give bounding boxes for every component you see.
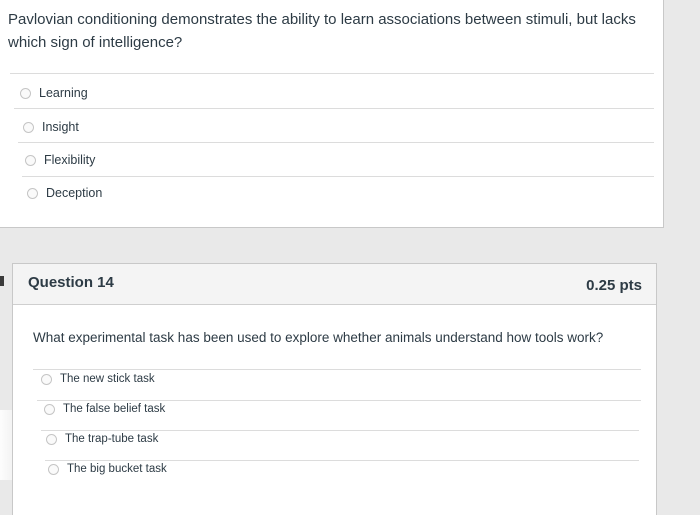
answer-option-new-stick[interactable]: The new stick task [41, 373, 155, 385]
answer-label: The false belief task [63, 403, 166, 415]
answer-option-big-bucket[interactable]: The big bucket task [48, 463, 167, 475]
answer-option-flexibility[interactable]: Flexibility [25, 153, 95, 167]
answer-option-trap-tube[interactable]: The trap-tube task [46, 433, 158, 445]
answer-option-false-belief[interactable]: The false belief task [44, 403, 165, 415]
radio-button[interactable] [27, 187, 38, 199]
answer-label: Flexibility [44, 153, 96, 167]
answer-option-learning[interactable]: Learning [20, 86, 88, 100]
question-text: Pavlovian conditioning demonstrates the … [8, 11, 636, 51]
answer-label: Insight [42, 120, 79, 134]
answer-option-insight[interactable]: Insight [23, 120, 79, 134]
answer-label: The trap-tube task [65, 433, 159, 445]
divider [22, 176, 654, 177]
answer-label: The new stick task [60, 373, 155, 385]
radio-button[interactable] [23, 121, 34, 133]
question-title: Question 14 [28, 274, 114, 291]
radio-button[interactable] [25, 154, 36, 166]
question-points: 0.25 pts [586, 277, 642, 294]
radio-button[interactable] [44, 403, 55, 415]
question-text: What experimental task has been used to … [33, 330, 604, 345]
radio-button[interactable] [46, 433, 57, 445]
answer-label: Learning [39, 86, 88, 100]
divider [33, 369, 641, 370]
divider [41, 430, 639, 431]
previous-question-card: Pavlovian conditioning demonstrates the … [0, 0, 664, 228]
answer-label: The big bucket task [67, 463, 167, 475]
question-header: Question 14 0.25 pts [13, 264, 656, 305]
divider [14, 108, 654, 109]
radio-button[interactable] [41, 373, 52, 385]
radio-button[interactable] [20, 87, 31, 99]
question-indicator-bar [0, 276, 4, 286]
divider [37, 400, 641, 401]
divider [18, 142, 654, 143]
divider [45, 460, 639, 461]
answer-option-deception[interactable]: Deception [27, 186, 102, 200]
divider [10, 73, 654, 74]
radio-button[interactable] [48, 463, 59, 475]
answer-label: Deception [46, 186, 103, 200]
question-14-card: Question 14 0.25 pts What experimental t… [12, 263, 657, 515]
